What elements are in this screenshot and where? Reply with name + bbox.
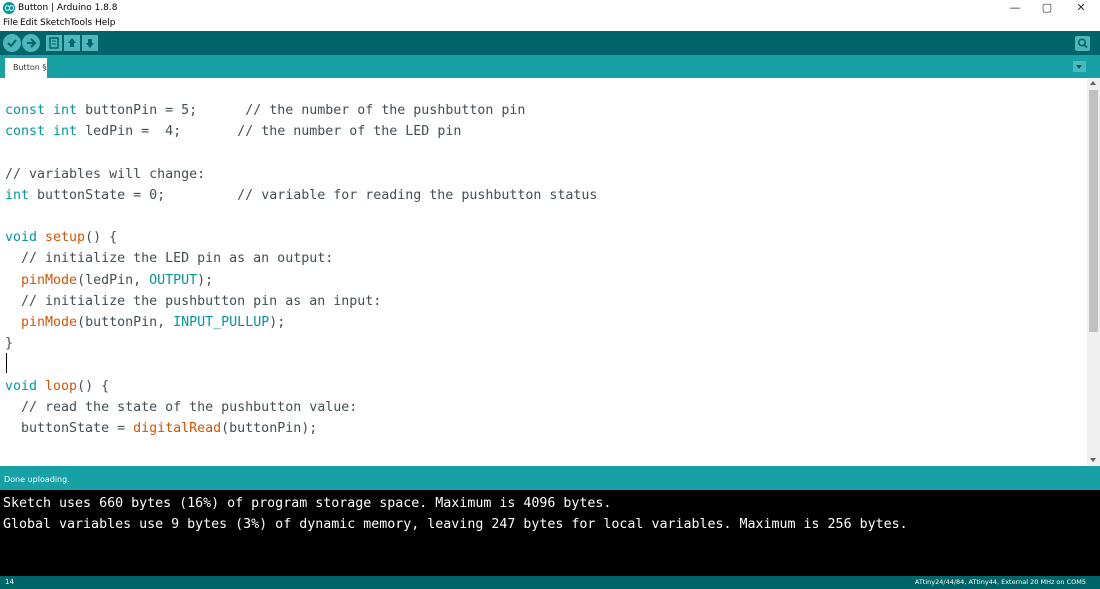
code-line: // initialize the LED pin as an output: [5,248,333,269]
code-line: void loop() { [5,376,109,397]
code-token: (ledPin, [77,272,150,288]
tab-menu-button[interactable] [1073,61,1086,72]
code-token: const [5,124,54,140]
code-line: } [5,333,13,354]
close-button[interactable]: ✕ [1066,0,1096,16]
code-token: const [5,103,54,118]
new-file-icon [49,37,59,49]
verify-button[interactable] [3,34,21,52]
output-console[interactable]: Sketch uses 660 bytes (16%) of program s… [0,490,1100,576]
code-token: int [5,187,38,203]
menu-file[interactable]: File [3,18,18,29]
code-line: // read the state of the pushbutton valu… [5,397,357,418]
menu-edit[interactable]: Edit [20,18,37,29]
footer-bar: 14 ATtiny24/44/84, ATtiny44, External 20… [0,576,1100,589]
code-token: buttonState = [5,421,134,436]
editor-scrollbar[interactable] [1087,78,1100,466]
code-token: // initialize the pushbutton pin as an i… [5,293,382,309]
code-line: // variables will change: [5,164,205,185]
menu-tools[interactable]: Tools [70,18,92,29]
menu-bar: File Edit Sketch Tools Help [0,16,1100,30]
new-sketch-button[interactable] [46,35,62,51]
code-token: buttonPin = 5; [85,103,246,118]
code-token: int [53,103,86,118]
title-bar: Button | Arduino 1.8.8 — ▢ ✕ [0,0,1100,16]
code-token: digitalRead [133,421,222,436]
arduino-logo-icon [3,2,15,14]
code-token: } [5,336,14,352]
code-token: INPUT_PULLUP [173,315,270,330]
code-token: void [5,230,46,246]
tab-label: Button § [13,63,47,72]
code-token: ); [197,272,214,288]
upload-arrow-icon [27,38,37,48]
menu-help[interactable]: Help [95,18,116,29]
open-arrow-up-icon [68,38,76,47]
code-token: void [5,378,46,394]
code-token: pinMode [21,315,78,330]
code-line: void setup() { [5,227,117,248]
code-token: // the number of the pushbutton pin [245,103,526,118]
code-token: // initialize the LED pin as an output: [5,251,334,267]
code-token: (buttonPin, [77,315,174,330]
verify-check-icon [7,39,17,48]
code-line: const int buttonPin = 5; // the number o… [5,100,525,121]
scroll-down-arrow-icon[interactable] [1090,458,1096,462]
code-token: setup [45,230,86,246]
console-line: Global variables use 9 bytes (3%) of dyn… [3,517,908,532]
magnifier-icon [1077,38,1088,49]
code-token: int [53,124,86,140]
minimize-button[interactable]: — [1000,0,1030,16]
upload-button[interactable] [22,34,40,52]
serial-monitor-button[interactable] [1075,36,1090,51]
board-info: ATtiny24/44/84, ATtiny44, External 20 MH… [914,578,1086,586]
window-title: Button | Arduino 1.8.8 [18,3,118,13]
code-token: () { [77,378,110,394]
code-token: buttonState = 0; [37,187,238,203]
code-token: // variables will change: [5,166,206,182]
status-message: Done uploading. [4,475,70,484]
code-line: pinMode(ledPin, OUTPUT); [5,270,213,291]
status-bar: Done uploading. [0,466,1100,490]
text-cursor [6,353,7,373]
save-sketch-button[interactable] [82,35,98,51]
code-token: pinMode [21,272,78,288]
save-arrow-down-icon [86,39,94,48]
toolbar [0,31,1100,55]
code-line: // initialize the pushbutton pin as an i… [5,291,381,312]
menu-sketch[interactable]: Sketch [40,18,70,29]
open-sketch-button[interactable] [64,35,80,51]
code-token: loop [45,378,78,394]
code-token: // read the state of the pushbutton valu… [5,399,358,415]
tab-strip: Button § [0,55,1100,78]
maximize-button[interactable]: ▢ [1032,0,1062,16]
cursor-line-number: 14 [5,578,14,586]
code-editor[interactable]: const int buttonPin = 5; // the number o… [0,78,1087,466]
scroll-up-arrow-icon[interactable] [1090,81,1096,85]
code-token: OUTPUT [149,272,198,288]
code-token: ledPin = 4; [85,124,238,140]
code-token: () { [85,230,118,246]
code-line: buttonState = digitalRead(buttonPin); [5,418,317,439]
code-line: const int ledPin = 4; // the number of t… [5,121,461,142]
code-line: int buttonState = 0; // variable for rea… [5,185,597,206]
code-token: (buttonPin); [221,421,318,436]
code-token: // variable for reading the pushbutton s… [237,187,598,203]
scrollbar-thumb[interactable] [1089,90,1098,332]
tab-button-sketch[interactable]: Button § [5,58,47,78]
code-line: pinMode(buttonPin, INPUT_PULLUP); [5,312,285,333]
code-token: // the number of the LED pin [237,124,462,140]
console-line: Sketch uses 660 bytes (16%) of program s… [3,496,612,511]
code-token: ); [269,315,286,330]
